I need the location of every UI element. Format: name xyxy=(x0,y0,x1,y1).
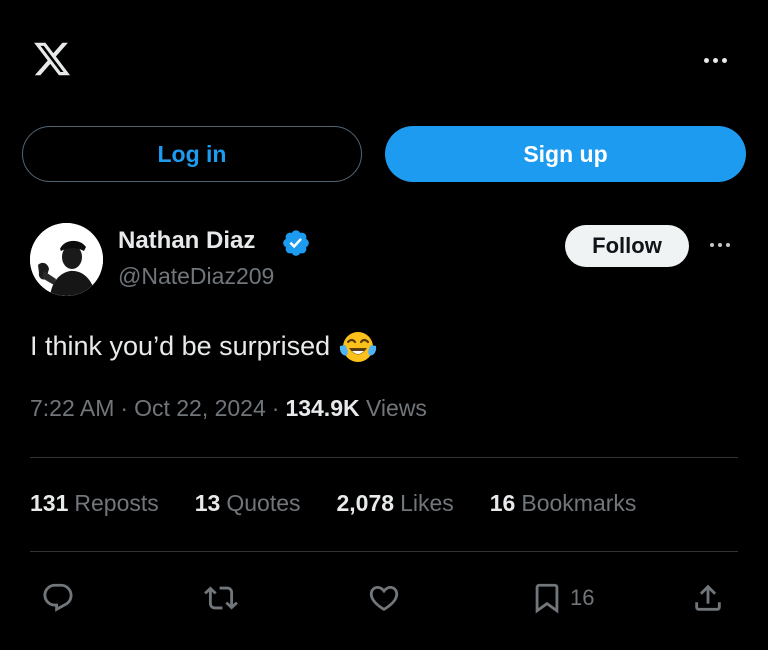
share-icon xyxy=(695,584,721,611)
repost-button[interactable] xyxy=(204,578,238,618)
engagement-stats: 131 Reposts 13 Quotes 2,078 Likes 16 Bookmar… xyxy=(30,490,672,517)
bookmark-button[interactable]: 16 xyxy=(530,578,594,618)
tweet-text: I think you’d be surprised xyxy=(30,326,378,366)
tears-of-joy-emoji-icon xyxy=(338,326,378,366)
divider xyxy=(30,551,738,552)
reposts-count: 131 xyxy=(30,490,69,516)
heart-icon xyxy=(369,585,399,611)
quotes-label: Quotes xyxy=(226,490,301,516)
tweet-text-content: I think you’d be surprised xyxy=(30,330,331,361)
bookmarks-count: 16 xyxy=(489,490,516,516)
bookmark-count: 16 xyxy=(570,585,595,610)
bookmarks-stat[interactable]: 16 Bookmarks xyxy=(490,490,637,517)
author-handle[interactable]: @NateDiaz209 xyxy=(118,263,274,290)
x-logo-icon[interactable] xyxy=(30,39,74,79)
reply-icon xyxy=(43,583,73,612)
signup-button[interactable]: Sign up xyxy=(385,126,746,182)
author-name[interactable]: Nathan Diaz xyxy=(118,227,255,255)
meta-separator: · xyxy=(120,395,129,421)
more-options-icon[interactable] xyxy=(699,53,731,67)
tweet-time[interactable]: 7:22 AM xyxy=(30,395,114,421)
views-count: 134.9K xyxy=(285,395,360,421)
quotes-stat[interactable]: 13 Quotes xyxy=(195,490,301,517)
follow-button[interactable]: Follow xyxy=(565,225,689,267)
likes-stat[interactable]: 2,078 Likes xyxy=(337,490,454,517)
reply-button[interactable] xyxy=(41,578,75,618)
tweet-meta: 7:22 AM · Oct 22, 2024 · 134.9K Views xyxy=(30,395,427,422)
quotes-count: 13 xyxy=(194,490,221,516)
bookmark-icon xyxy=(535,583,559,614)
share-button[interactable] xyxy=(691,578,725,618)
likes-count: 2,078 xyxy=(336,490,395,516)
reposts-stat[interactable]: 131 Reposts xyxy=(30,490,159,517)
views-label: Views xyxy=(366,395,427,421)
like-button[interactable] xyxy=(367,578,401,618)
post-more-options-icon[interactable] xyxy=(704,239,736,251)
divider xyxy=(30,457,738,458)
likes-label: Likes xyxy=(400,490,454,516)
bookmarks-label: Bookmarks xyxy=(521,490,637,516)
login-button[interactable]: Log in xyxy=(22,126,362,182)
meta-separator: · xyxy=(271,395,280,421)
tweet-date[interactable]: Oct 22, 2024 xyxy=(134,395,266,421)
repost-icon xyxy=(204,586,238,610)
avatar[interactable] xyxy=(30,223,103,296)
verified-badge-icon xyxy=(281,228,311,258)
reposts-label: Reposts xyxy=(74,490,159,516)
